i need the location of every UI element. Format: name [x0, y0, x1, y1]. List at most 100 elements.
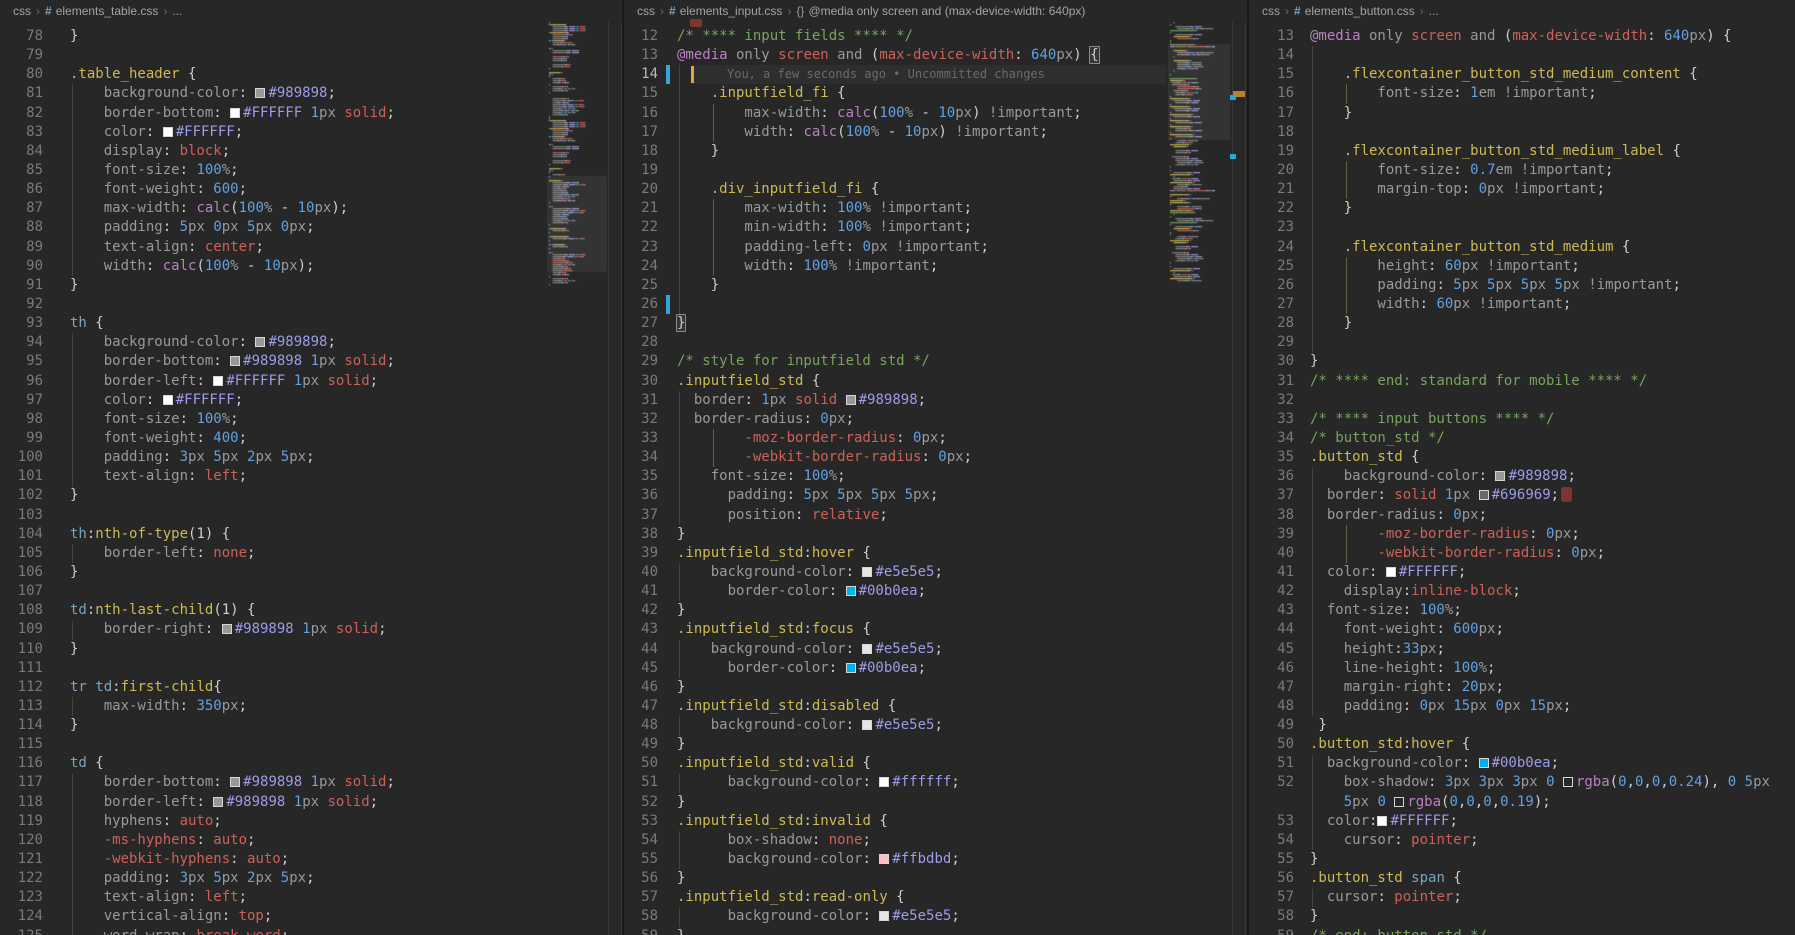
code-text[interactable]: .button_std { — [1310, 448, 1420, 467]
code-text[interactable]: } — [677, 142, 719, 161]
code-line[interactable]: 37 position: relative; — [624, 506, 1247, 525]
code-line[interactable]: 33 -moz-border-radius: 0px; — [624, 429, 1247, 448]
code-line[interactable]: 20 font-size: 0.7em !important; — [1249, 161, 1795, 180]
code-text[interactable]: color:#FFFFFF; — [1310, 812, 1458, 831]
line-number[interactable]: 52 — [624, 793, 658, 812]
code-text[interactable]: hyphens: auto; — [70, 812, 222, 831]
overview-ruler[interactable] — [608, 22, 622, 935]
code-line[interactable]: 122 padding: 3px 5px 2px 5px; — [0, 869, 622, 888]
breadcrumb-item[interactable]: #elements_button.css — [1294, 4, 1415, 18]
code-line[interactable]: 32 — [1249, 391, 1795, 410]
line-number[interactable]: 16 — [624, 104, 658, 123]
line-number[interactable]: 55 — [1249, 850, 1294, 869]
line-number[interactable]: 56 — [1249, 869, 1294, 888]
code-line[interactable]: 28 — [624, 333, 1247, 352]
code-text[interactable]: background-color: #e5e5e5; — [677, 716, 943, 735]
code-line[interactable]: 31 border: 1px solid #989898; — [624, 391, 1247, 410]
line-number[interactable]: 22 — [1249, 199, 1294, 218]
code-line[interactable]: 53 color:#FFFFFF; — [1249, 812, 1795, 831]
code-text[interactable]: .inputfield_std:valid { — [677, 754, 871, 773]
line-number[interactable]: 28 — [1249, 314, 1294, 333]
code-line[interactable]: 12/* **** input fields **** */ — [624, 27, 1247, 46]
code-text[interactable]: font-size: 0.7em !important; — [1310, 161, 1613, 180]
code-line[interactable]: 79 — [0, 46, 622, 65]
code-line[interactable]: 23 — [1249, 218, 1795, 237]
code-line[interactable]: 114} — [0, 716, 622, 735]
code-line[interactable]: 22 } — [1249, 199, 1795, 218]
code-text[interactable]: height:33px; — [1310, 640, 1445, 659]
line-number[interactable]: 48 — [1249, 697, 1294, 716]
code-line[interactable]: 32 border-radius: 0px; — [624, 410, 1247, 429]
code-text[interactable]: color: #FFFFFF; — [70, 123, 243, 142]
code-text[interactable]: .inputfield_std:focus { — [677, 620, 871, 639]
code-line[interactable]: 101 text-align: left; — [0, 467, 622, 486]
code-text[interactable]: width: calc(100% - 10px) !important; — [677, 123, 1048, 142]
code-line[interactable]: 82 border-bottom: #FFFFFF 1px solid; — [0, 104, 622, 123]
code-text[interactable]: .button_std span { — [1310, 869, 1462, 888]
code-line[interactable]: 21 margin-top: 0px !important; — [1249, 180, 1795, 199]
code-line[interactable]: 95 border-bottom: #989898 1px solid; — [0, 352, 622, 371]
line-number[interactable]: 42 — [1249, 582, 1294, 601]
breadcrumb-item[interactable]: #elements_table.css — [45, 4, 158, 18]
code-line[interactable]: 28 } — [1249, 314, 1795, 333]
line-number[interactable]: 120 — [0, 831, 43, 850]
line-number[interactable]: 125 — [0, 927, 43, 935]
code-text[interactable]: background-color: #989898; — [1310, 467, 1576, 486]
code-text[interactable]: } — [1310, 907, 1318, 926]
code-line[interactable]: 86 font-weight: 600; — [0, 180, 622, 199]
code-text[interactable]: } — [677, 735, 685, 754]
line-number[interactable]: 86 — [0, 180, 43, 199]
line-number[interactable]: 24 — [624, 257, 658, 276]
code-text[interactable]: @media only screen and (max-device-width… — [677, 46, 1099, 65]
line-number[interactable]: 19 — [624, 161, 658, 180]
line-number[interactable]: 87 — [0, 199, 43, 218]
line-number[interactable]: 31 — [1249, 372, 1294, 391]
line-number[interactable]: 84 — [0, 142, 43, 161]
code-line[interactable]: 112tr td:first-child{ — [0, 678, 622, 697]
code-line[interactable]: 124 vertical-align: top; — [0, 907, 622, 926]
line-number[interactable]: 15 — [624, 84, 658, 103]
line-number[interactable]: 16 — [1249, 84, 1294, 103]
line-number[interactable]: 98 — [0, 410, 43, 429]
line-number[interactable]: 34 — [1249, 429, 1294, 448]
code-text[interactable]: border-right: #989898 1px solid; — [70, 620, 387, 639]
code-line[interactable]: 87 max-width: calc(100% - 10px); — [0, 199, 622, 218]
code-line[interactable]: 20 .div_inputfield_fi { — [624, 180, 1247, 199]
code-line[interactable]: 24 .flexcontainer_button_std_medium { — [1249, 238, 1795, 257]
breadcrumb-item[interactable]: css — [637, 4, 655, 18]
code-text[interactable]: padding-left: 0px !important; — [677, 238, 989, 257]
code-text[interactable]: border-bottom: #FFFFFF 1px solid; — [70, 104, 395, 123]
code-text[interactable]: .inputfield_std:disabled { — [677, 697, 896, 716]
breadcrumb-item[interactable]: ... — [172, 4, 182, 18]
code-line[interactable]: 52} — [624, 793, 1247, 812]
line-number[interactable]: 45 — [624, 659, 658, 678]
code-line[interactable]: 18 } — [624, 142, 1247, 161]
line-number[interactable]: 38 — [624, 525, 658, 544]
code-line[interactable]: 16 font-size: 1em !important; — [1249, 84, 1795, 103]
code-line[interactable]: 34/* button_std */ — [1249, 429, 1795, 448]
line-number[interactable]: 51 — [624, 773, 658, 792]
code-text[interactable]: padding: 3px 5px 2px 5px; — [70, 448, 315, 467]
line-number[interactable]: 51 — [1249, 754, 1294, 773]
line-number[interactable]: 37 — [624, 506, 658, 525]
code-line[interactable]: 46 line-height: 100%; — [1249, 659, 1795, 678]
line-number[interactable]: 21 — [624, 199, 658, 218]
line-number[interactable]: 43 — [624, 620, 658, 639]
code-text[interactable]: -moz-border-radius: 0px; — [1310, 525, 1580, 544]
code-line[interactable]: 13@media only screen and (max-device-wid… — [1249, 27, 1795, 46]
code-text[interactable]: text-align: left; — [70, 467, 247, 486]
line-number[interactable]: 25 — [1249, 257, 1294, 276]
code-text[interactable]: margin-top: 0px !important; — [1310, 180, 1605, 199]
code-line[interactable]: 29 — [1249, 333, 1795, 352]
line-number[interactable]: 56 — [624, 869, 658, 888]
code-text[interactable]: border-color: #00b0ea; — [677, 582, 926, 601]
breadcrumb-item[interactable]: css — [1262, 4, 1280, 18]
line-number[interactable]: 38 — [1249, 506, 1294, 525]
editor-group-separator[interactable] — [1247, 0, 1249, 935]
line-number[interactable]: 59 — [624, 927, 658, 935]
code-text[interactable]: background-color: #e5e5e5; — [677, 640, 943, 659]
code-text[interactable]: } — [70, 276, 78, 295]
line-number[interactable]: 53 — [1249, 812, 1294, 831]
line-number[interactable]: 33 — [624, 429, 658, 448]
code-line[interactable]: 123 text-align: left; — [0, 888, 622, 907]
